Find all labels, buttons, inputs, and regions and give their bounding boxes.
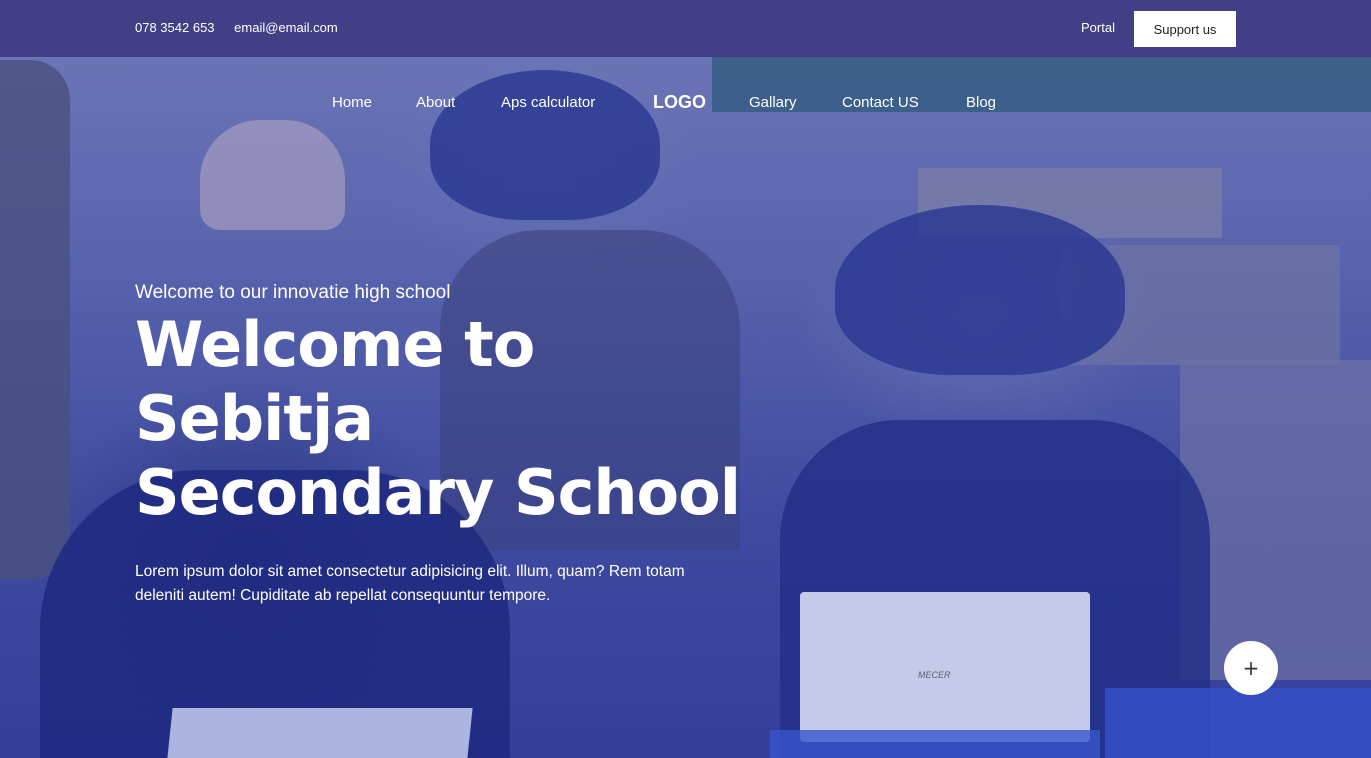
laptop bbox=[800, 592, 1090, 742]
hero-content: Welcome to our innovatie high school Wel… bbox=[135, 282, 775, 608]
hero-title-line-1: Welcome to Sebitja bbox=[135, 308, 535, 455]
email-address[interactable]: email@email.com bbox=[234, 20, 338, 35]
hero-title: Welcome to Sebitja Secondary School bbox=[135, 308, 775, 530]
nav-item-about[interactable]: About bbox=[416, 94, 455, 111]
nav-item-home[interactable]: Home bbox=[332, 94, 372, 111]
portal-link[interactable]: Portal bbox=[1081, 20, 1115, 35]
top-bar: 078 3542 653 email@email.com Portal Supp… bbox=[0, 0, 1371, 57]
bucket-hat-shape bbox=[430, 70, 660, 220]
phone-number[interactable]: 078 3542 653 bbox=[135, 20, 215, 35]
bucket-hat-shape bbox=[835, 205, 1125, 375]
nav-item-contact-us[interactable]: Contact US bbox=[842, 94, 919, 111]
nav-item-aps-calculator[interactable]: Aps calculator bbox=[501, 94, 595, 111]
laptop bbox=[167, 708, 473, 758]
hero-title-line-2: Secondary School bbox=[135, 456, 741, 529]
hero-subtitle: Welcome to our innovatie high school bbox=[135, 282, 451, 303]
floating-action-button[interactable]: + bbox=[1224, 641, 1278, 695]
plus-icon: + bbox=[1242, 656, 1260, 680]
logo[interactable]: LOGO bbox=[653, 92, 706, 113]
person-silhouette bbox=[0, 60, 70, 580]
hero-description: Lorem ipsum dolor sit amet consectetur a… bbox=[135, 563, 685, 604]
nav-item-blog[interactable]: Blog bbox=[966, 94, 996, 111]
main-nav: Home About Aps calculator LOGO Gallary C… bbox=[0, 92, 1371, 120]
box bbox=[770, 730, 1100, 758]
laptop-brand-label: MECER bbox=[918, 670, 951, 680]
contact-info: 078 3542 653 email@email.com bbox=[135, 20, 354, 35]
nav-item-gallary[interactable]: Gallary bbox=[749, 94, 797, 111]
support-us-button[interactable]: Support us bbox=[1134, 11, 1236, 47]
box bbox=[1105, 688, 1371, 758]
beanie-shape bbox=[200, 120, 345, 230]
